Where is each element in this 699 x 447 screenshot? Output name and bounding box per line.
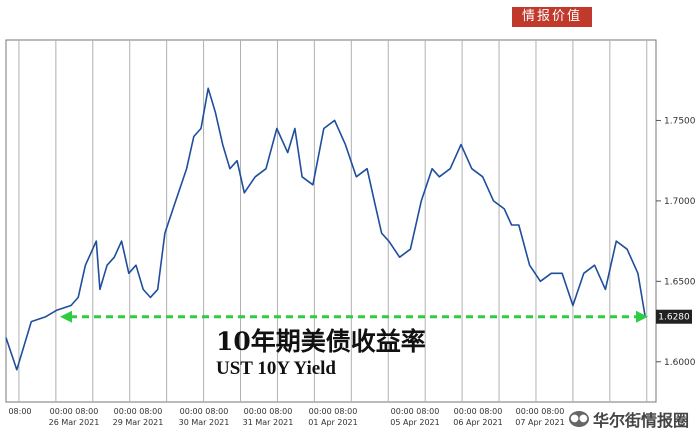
x-tick-date: 07 Apr 2021 bbox=[515, 418, 564, 427]
x-tick-time: 00:00 08:00 bbox=[50, 407, 99, 416]
x-tick-time: 00:00 08:00 bbox=[454, 407, 503, 416]
watermark: ●● 华尔街情报圈 bbox=[568, 407, 689, 431]
x-tick-time: 00:00 08:00 bbox=[309, 407, 358, 416]
wechat-icon: ●● bbox=[568, 411, 589, 427]
x-axis-ticks: 08:00 00:00 08:00 26 Mar 2021 00:00 08:00 29… bbox=[8, 407, 564, 427]
chart-subtitle: UST 10Y Yield bbox=[216, 358, 337, 379]
chart-stage: 1.6000 1.6500 1.7000 1.7500 08:00 00:00 08:0… bbox=[0, 0, 699, 447]
x-tick-time: 00:00 08:00 bbox=[244, 407, 293, 416]
x-tick-time: 00:00 08:00 bbox=[114, 407, 163, 416]
x-tick-time: 00:00 08:00 bbox=[391, 407, 440, 416]
y-tick-label: 1.7500 bbox=[664, 116, 696, 126]
x-tick-date: 06 Apr 2021 bbox=[453, 418, 502, 427]
x-tick-time: 08:00 bbox=[8, 407, 31, 416]
x-tick-date: 29 Mar 2021 bbox=[113, 418, 164, 427]
x-tick-date: 05 Apr 2021 bbox=[390, 418, 439, 427]
y-tick-label: 1.6000 bbox=[664, 358, 696, 368]
brand-badge: 情报价值 bbox=[512, 7, 592, 27]
x-tick-time: 00:00 08:00 bbox=[516, 407, 565, 416]
x-tick-date: 26 Mar 2021 bbox=[49, 418, 100, 427]
x-tick-date: 30 Mar 2021 bbox=[179, 418, 230, 427]
y-axis-ticks: 1.6000 1.6500 1.7000 1.7500 bbox=[656, 116, 696, 368]
yield-line-chart: 1.6000 1.6500 1.7000 1.7500 08:00 00:00 08:0… bbox=[5, 39, 696, 427]
last-value-label: 1.6280 bbox=[658, 313, 690, 323]
x-tick-date: 01 Apr 2021 bbox=[308, 418, 357, 427]
chart-title: 10年期美债收益率 bbox=[216, 327, 426, 356]
y-tick-label: 1.7000 bbox=[664, 197, 696, 207]
y-tick-label: 1.6500 bbox=[664, 277, 696, 287]
watermark-text: 华尔街情报圈 bbox=[592, 411, 689, 430]
x-tick-date: 31 Mar 2021 bbox=[243, 418, 294, 427]
x-tick-time: 00:00 08:00 bbox=[180, 407, 229, 416]
